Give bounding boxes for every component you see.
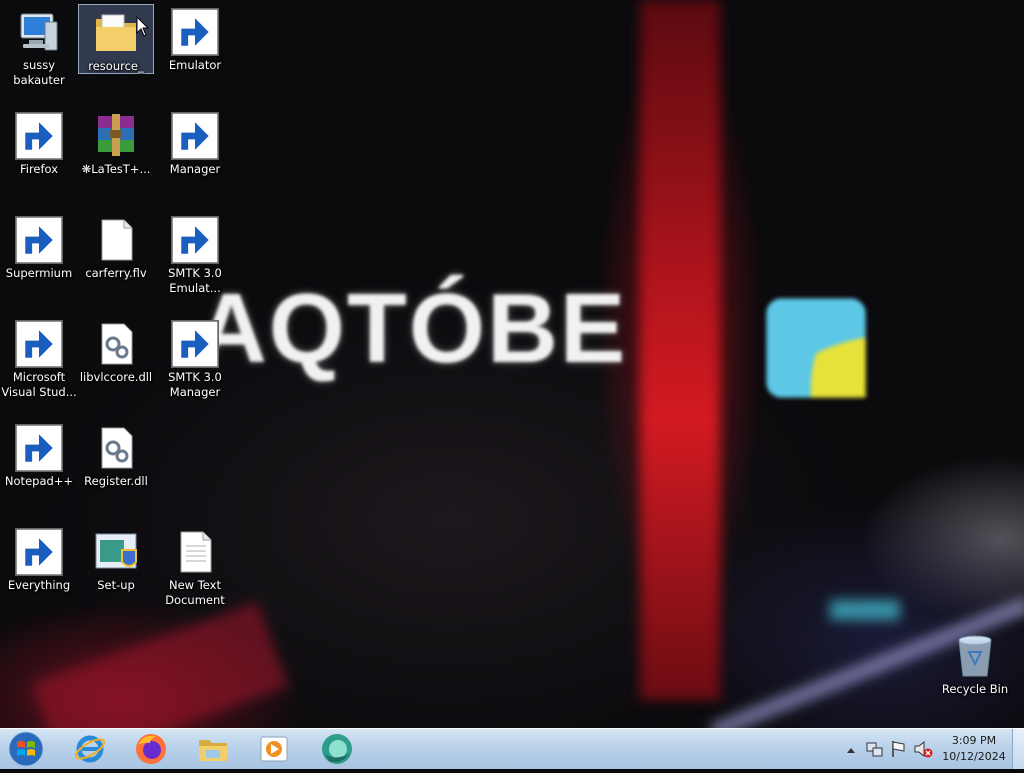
taskbar-internet-explorer[interactable]: [66, 732, 114, 766]
show-hidden-icons-arrow: [847, 748, 855, 753]
tray-clock[interactable]: 3:09 PM 10/12/2024: [938, 733, 1010, 765]
desktop-icon-smtk-emulator[interactable]: SMTK 3.0 Emulat...: [157, 212, 233, 308]
shortcut-arrow-icon: [15, 216, 63, 264]
show-hidden-icons-button[interactable]: [844, 729, 858, 769]
taskbar: 3:09 PM 10/12/2024: [0, 728, 1024, 769]
action-center-flag-icon: [892, 741, 905, 757]
taskbar-firefox[interactable]: [127, 732, 175, 766]
shortcut-arrow-icon: [171, 8, 219, 56]
icon-label: Notepad++: [4, 474, 74, 488]
icon-label: New Text Document: [165, 578, 225, 607]
desktop-icon-manager[interactable]: Manager: [157, 108, 233, 204]
desktop-icon-carferry-flv[interactable]: carferry.flv: [78, 212, 154, 308]
icon-label: Manager: [169, 162, 221, 176]
show-desktop-button[interactable]: [1012, 729, 1024, 769]
everything-search-icon: [15, 528, 63, 576]
text-document-icon: [171, 528, 219, 576]
icon-label: Microsoft Visual Stud...: [1, 370, 77, 399]
shortcut-arrow-icon: [15, 320, 63, 368]
icon-label: ❋LaTesT+...: [81, 162, 151, 176]
emulator-icon: [171, 8, 219, 56]
icon-label: Emulator: [168, 58, 222, 72]
taskbar-media-player[interactable]: [250, 732, 298, 766]
shortcut-arrow-icon: [15, 112, 63, 160]
wallpaper-red-glow: [31, 601, 289, 728]
desktop-icon-firefox[interactable]: Firefox: [1, 108, 77, 204]
desktop-icon-winrar-archive[interactable]: ❋LaTesT+...: [78, 108, 154, 204]
icon-label: Register.dll: [84, 474, 148, 488]
icon-label: sussy bakauter: [13, 58, 65, 87]
firefox-icon: [136, 734, 166, 764]
wallpaper-title: AQTÓBE: [196, 273, 628, 383]
wallpaper-logo: [766, 298, 866, 398]
mouse-cursor-icon: [136, 16, 150, 37]
internet-explorer-icon: [74, 735, 106, 763]
visual-studio-icon: [15, 320, 63, 368]
desktop-icon-new-text-document[interactable]: New Text Document: [157, 524, 233, 620]
shortcut-arrow-icon: [171, 320, 219, 368]
wallpaper-cyan-blob: [830, 600, 900, 620]
icon-label: carferry.flv: [85, 266, 147, 280]
desktop-icon-setup[interactable]: Set-up: [78, 524, 154, 620]
desktop-icon-computer[interactable]: sussy bakauter: [1, 4, 77, 100]
desktop-icon-everything[interactable]: Everything: [1, 524, 77, 620]
taskbar-supermium[interactable]: [313, 732, 361, 766]
taskbar-file-explorer[interactable]: [189, 732, 237, 766]
desktop-icon-libvlccore-dll[interactable]: libvlccore.dll: [78, 316, 154, 412]
recycle-bin-icon: [951, 632, 999, 680]
shortcut-arrow-icon: [171, 216, 219, 264]
supermium-icon: [322, 734, 352, 764]
supermium-icon: [15, 216, 63, 264]
desktop-icon-smtk-manager[interactable]: SMTK 3.0 Manager: [157, 316, 233, 412]
desktop-icon-supermium[interactable]: Supermium: [1, 212, 77, 308]
desktop-icon-notepadpp[interactable]: Notepad++: [1, 420, 77, 516]
clock-time: 3:09 PM: [951, 734, 997, 747]
folder-icon: [199, 740, 227, 761]
icon-label: Supermium: [5, 266, 73, 280]
tray-network[interactable]: [864, 729, 884, 769]
setup-installer-icon: [92, 528, 140, 576]
folder-icon: [92, 9, 140, 57]
windows-logo-icon: [8, 731, 44, 767]
start-button[interactable]: [6, 730, 46, 768]
shortcut-arrow-icon: [171, 112, 219, 160]
icon-label: SMTK 3.0 Manager: [168, 370, 222, 399]
dll-file-icon: [92, 320, 140, 368]
desktop-icon-recycle-bin[interactable]: Recycle Bin: [937, 628, 1013, 724]
shortcut-arrow-icon: [15, 528, 63, 576]
file-icon: [92, 216, 140, 264]
icon-label: Everything: [7, 578, 71, 592]
firefox-icon: [15, 112, 63, 160]
desktop-icon-resource-folder[interactable]: resource_: [78, 4, 154, 74]
shortcut-arrow-icon: [15, 424, 63, 472]
smtk-emulator-icon: [171, 216, 219, 264]
volume-muted-icon: [914, 740, 933, 758]
icon-label: Recycle Bin: [941, 682, 1009, 696]
icon-label: resource_: [88, 59, 144, 73]
winrar-archive-icon: [92, 112, 140, 160]
manager-icon: [171, 112, 219, 160]
network-icon: [866, 742, 883, 757]
notepadpp-icon: [15, 424, 63, 472]
icon-label: libvlccore.dll: [79, 370, 153, 384]
dll-file-icon: [92, 424, 140, 472]
icon-label: Set-up: [97, 578, 135, 592]
computer-icon: [15, 8, 63, 56]
media-player-icon: [260, 736, 288, 762]
desktop-icon-visual-studio[interactable]: Microsoft Visual Stud...: [1, 316, 77, 412]
icon-label: SMTK 3.0 Emulat...: [168, 266, 222, 295]
smtk-manager-icon: [171, 320, 219, 368]
tray-action-center[interactable]: [888, 729, 908, 769]
desktop-icon-register-dll[interactable]: Register.dll: [78, 420, 154, 516]
desktop-icon-emulator[interactable]: Emulator: [157, 4, 233, 100]
clock-date: 10/12/2024: [942, 750, 1006, 763]
tray-volume[interactable]: [912, 729, 934, 769]
icon-label: Firefox: [19, 162, 59, 176]
